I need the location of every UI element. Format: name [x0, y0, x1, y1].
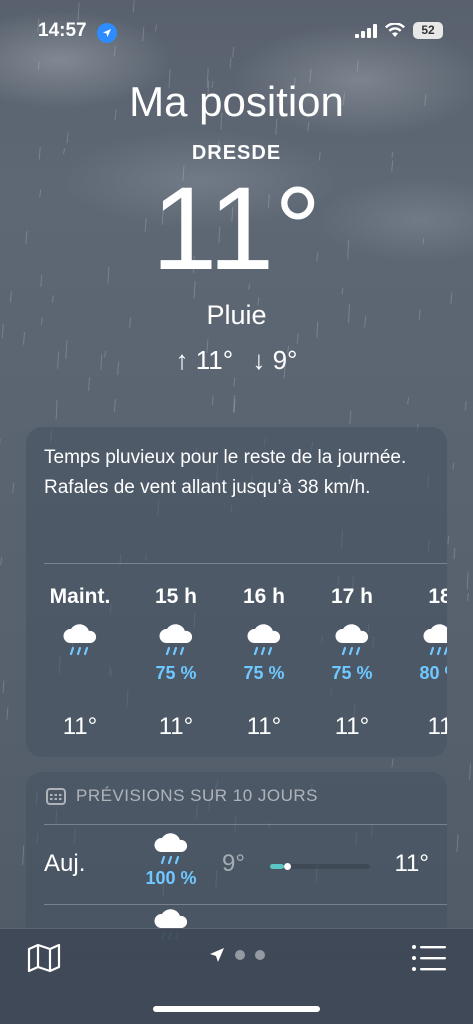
- rain-cloud-icon: [40, 623, 120, 663]
- calendar-icon: [46, 787, 66, 805]
- daily-forecast-header: PRÉVISIONS SUR 10 JOURS: [46, 786, 318, 806]
- daily-row[interactable]: Auj. 100 % 9° 11°: [26, 832, 447, 902]
- high-low-temps: ↑ 11° ↓ 9°: [0, 345, 473, 376]
- location-arrow-icon: [209, 947, 225, 963]
- hour-label: 17 h: [312, 585, 392, 615]
- location-arrow-icon: [97, 23, 117, 43]
- home-indicator: [153, 1006, 320, 1012]
- hour-item: 17 h 75 % 11°: [312, 585, 392, 741]
- list-icon: [411, 943, 447, 973]
- rain-cloud-icon: [400, 623, 447, 663]
- precip-chance: [40, 663, 120, 685]
- rain-cloud-icon: [136, 832, 206, 868]
- divider: [44, 824, 447, 825]
- status-bar: 14:57 52: [0, 18, 473, 46]
- forecast-summary: Temps pluvieux pour le reste de la journ…: [44, 443, 434, 503]
- page-dot[interactable]: [255, 950, 265, 960]
- location-title: Ma position: [0, 78, 473, 126]
- hour-label: 18: [400, 585, 447, 615]
- day-high-temp: 11°: [394, 850, 429, 878]
- precip-chance: 80 %: [400, 663, 447, 685]
- hourly-scroll[interactable]: Maint. 11° 15 h 75 % 11° 16 h 75 % 11° 1…: [26, 585, 447, 745]
- hour-item: 16 h 75 % 11°: [224, 585, 304, 741]
- rain-cloud-icon: [224, 623, 304, 663]
- precip-chance: 100 %: [136, 868, 206, 889]
- daily-forecast-title: PRÉVISIONS SUR 10 JOURS: [76, 786, 318, 806]
- precip-chance: 75 %: [312, 663, 392, 685]
- precip-chance: 75 %: [136, 663, 216, 685]
- city-name: DRESDE: [0, 142, 473, 165]
- hour-temp: 11°: [40, 713, 120, 741]
- battery-indicator: 52: [413, 22, 443, 39]
- temperature-range-bar: [270, 864, 370, 869]
- status-time: 14:57: [38, 20, 87, 42]
- hour-item: 18 80 % 11: [400, 585, 447, 741]
- precip-chance: 75 %: [224, 663, 304, 685]
- hour-item: Maint. 11°: [40, 585, 120, 741]
- rain-cloud-icon: [136, 623, 216, 663]
- page-indicator[interactable]: [0, 947, 473, 963]
- hour-temp: 11°: [136, 713, 216, 741]
- divider: [44, 563, 447, 564]
- high-temp: ↑ 11°: [176, 345, 234, 375]
- hour-temp: 11: [400, 713, 447, 741]
- hour-item: 15 h 75 % 11°: [136, 585, 216, 741]
- rain-cloud-icon: [312, 623, 392, 663]
- temperature-range-fill: [270, 864, 284, 869]
- hour-label: Maint.: [40, 585, 120, 615]
- day-low-temp: 9°: [222, 850, 245, 878]
- day-name: Auj.: [44, 850, 85, 878]
- current-temperature: 11°: [0, 170, 473, 288]
- day-weather: 100 %: [136, 832, 206, 889]
- hour-label: 16 h: [224, 585, 304, 615]
- hour-temp: 11°: [224, 713, 304, 741]
- hour-temp: 11°: [312, 713, 392, 741]
- locations-list-button[interactable]: [411, 943, 447, 973]
- hour-label: 15 h: [136, 585, 216, 615]
- wifi-icon: [385, 23, 405, 38]
- hourly-forecast-card[interactable]: Temps pluvieux pour le reste de la journ…: [26, 427, 447, 757]
- cellular-signal-icon: [355, 24, 377, 38]
- page-dot[interactable]: [235, 950, 245, 960]
- bottom-toolbar: [0, 928, 473, 1024]
- divider: [44, 904, 447, 905]
- low-temp: ↓ 9°: [252, 345, 297, 375]
- current-temp-indicator: [284, 863, 291, 870]
- weather-condition: Pluie: [0, 300, 473, 331]
